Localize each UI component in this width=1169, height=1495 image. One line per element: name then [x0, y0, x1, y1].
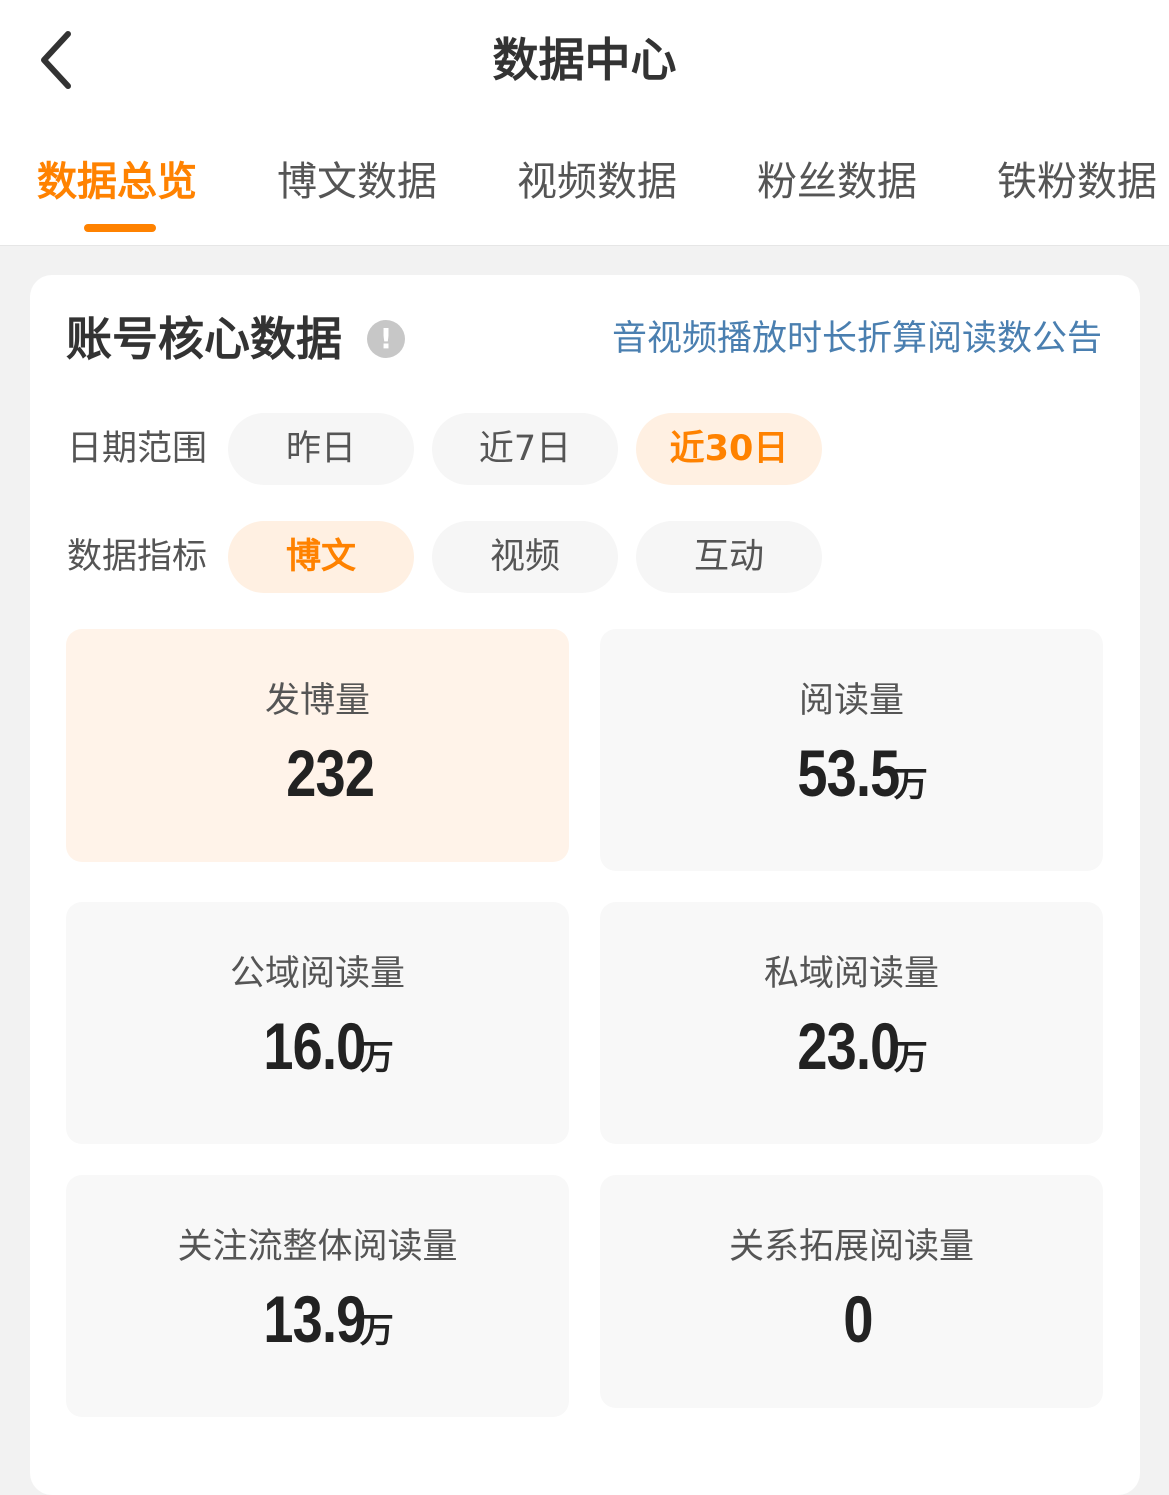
metric-tile-read-count[interactable]: 阅读量 53.5万 — [600, 629, 1103, 871]
metric-number: 53.5 — [797, 736, 901, 810]
date-option-yesterday[interactable]: 昨日 — [228, 413, 414, 485]
date-option-30-days[interactable]: 近30日 — [636, 413, 822, 485]
metric-number: 0 — [843, 1282, 873, 1356]
metric-number: 13.9 — [263, 1282, 367, 1356]
active-tab-indicator — [84, 224, 156, 232]
metric-value: 16.0万 — [66, 1006, 569, 1086]
metric-option-interaction[interactable]: 互动 — [636, 521, 822, 593]
metric-option-video[interactable]: 视频 — [432, 521, 618, 593]
metric-number: 16.0 — [263, 1009, 367, 1083]
date-range-label: 日期范围 — [67, 429, 208, 469]
metric-type-label: 数据指标 — [67, 537, 208, 577]
tab-video-data[interactable]: 视频数据 — [517, 150, 677, 214]
tab-post-data[interactable]: 博文数据 — [277, 150, 437, 214]
metric-value: 53.5万 — [600, 733, 1103, 813]
metric-value: 23.0万 — [600, 1006, 1103, 1086]
metric-tile-post-count[interactable]: 发博量 232 — [66, 629, 569, 862]
metric-value: 13.9万 — [66, 1279, 569, 1359]
metric-tile-private-reads[interactable]: 私域阅读量 23.0万 — [600, 902, 1103, 1144]
metric-label: 关注流整体阅读量 — [177, 1227, 458, 1267]
metric-tile-following-feed-reads[interactable]: 关注流整体阅读量 13.9万 — [66, 1175, 569, 1417]
metric-option-posts[interactable]: 博文 — [228, 521, 414, 593]
metric-label: 公域阅读量 — [229, 954, 405, 994]
metric-label: 发博量 — [264, 681, 370, 721]
metric-value: 0 — [600, 1279, 1103, 1359]
playtime-conversion-notice-link[interactable]: 音视频播放时长折算阅读数公告 — [612, 313, 1102, 365]
tab-iron-fans-data[interactable]: 铁粉数据 — [997, 150, 1157, 214]
tab-overview[interactable]: 数据总览 — [37, 150, 197, 214]
info-icon[interactable]: ! — [367, 320, 405, 358]
page-title: 数据中心 — [492, 33, 677, 87]
metric-number: 23.0 — [797, 1009, 901, 1083]
metric-label: 关系拓展阅读量 — [728, 1227, 974, 1267]
date-option-7-days[interactable]: 近7日 — [432, 413, 618, 485]
metric-number: 232 — [286, 736, 375, 810]
metric-tile-public-reads[interactable]: 公域阅读量 16.0万 — [66, 902, 569, 1144]
top-bar: 数据中心 数据总览 博文数据 视频数据 粉丝数据 铁粉数据 — [0, 0, 1169, 246]
section-title: 账号核心数据 — [66, 312, 342, 366]
core-data-card: 账号核心数据 ! 音视频播放时长折算阅读数公告 日期范围 昨日 近7日 近30日… — [30, 275, 1140, 1495]
metric-label: 私域阅读量 — [763, 954, 939, 994]
metric-value: 232 — [66, 733, 569, 813]
metric-tile-relation-expansion-reads[interactable]: 关系拓展阅读量 0 — [600, 1175, 1103, 1408]
tab-bar: 数据总览 博文数据 视频数据 粉丝数据 铁粉数据 — [0, 150, 1169, 220]
metric-label: 阅读量 — [798, 681, 904, 721]
tab-fans-data[interactable]: 粉丝数据 — [757, 150, 917, 214]
